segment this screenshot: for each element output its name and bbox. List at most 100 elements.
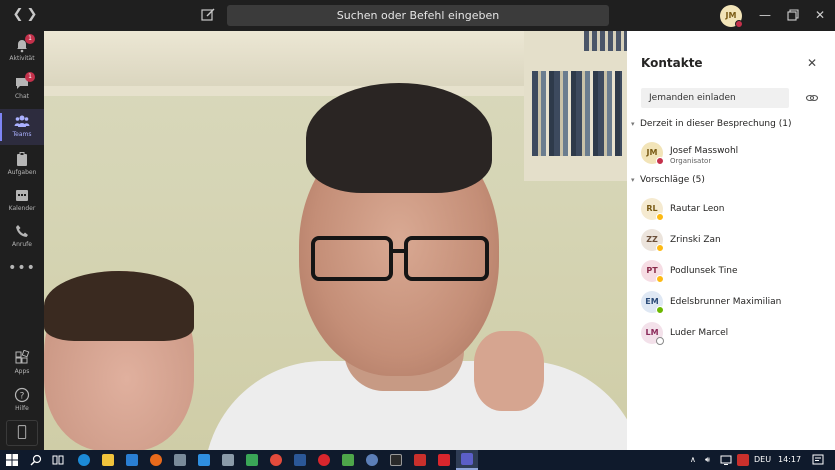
app-bar: 1 Aktivität 1 Chat Teams Aufgaben Kalend… [0,31,44,450]
contact-item[interactable]: LM Luder Marcel [641,322,831,346]
phone-icon [16,225,28,237]
glasses-bridge [391,249,406,253]
compose-icon[interactable] [200,7,216,23]
clipboard-icon [17,152,27,166]
app-icon[interactable] [414,454,426,466]
person-hair [306,83,492,193]
section-label: Vorschläge (5) [640,175,705,185]
rail-label: Chat [14,93,30,100]
rail-item-teams[interactable]: Teams [0,109,44,145]
contact-item[interactable]: RL Rautar Leon [641,198,831,222]
store-icon[interactable] [174,454,186,466]
rail-label: Teams [12,131,32,138]
rail-label: Aktivität [9,55,35,62]
contact-name: Rautar Leon [670,204,725,214]
contact-item[interactable]: ZZ Zrinski Zan [641,229,831,253]
security-icon[interactable] [737,454,749,466]
offline-status-icon [656,337,664,345]
glasses-right-lens [404,236,489,281]
away-status-icon [656,275,664,283]
rail-item-tasks[interactable]: Aufgaben [0,147,44,183]
acrobat-icon[interactable] [438,454,450,466]
file-explorer-icon[interactable] [102,454,114,466]
photos-icon[interactable] [246,454,258,466]
speaker-icon[interactable]: 🔊︎ [705,454,710,466]
contact-role: Organisator [670,157,712,165]
visual-studio-icon[interactable] [198,454,210,466]
word-icon[interactable] [294,454,306,466]
windows-taskbar: ∧ 🔊︎ DEU 14:17 [0,450,835,470]
more-apps-icon[interactable]: ••• [0,260,44,276]
books-top [584,31,627,51]
forward-arrow-icon[interactable]: ❯ [24,7,40,23]
chrome-icon[interactable] [270,454,282,466]
chevron-down-icon: ▾ [631,120,635,128]
svg-text:?: ? [20,392,25,402]
rail-item-calendar[interactable]: Kalender [0,183,44,219]
task-view-icon[interactable] [52,454,64,466]
rail-label: Hilfe [15,405,29,412]
mobile-device-button[interactable] [6,420,38,446]
edge-icon[interactable] [78,454,90,466]
search-icon[interactable] [30,454,42,466]
rail-label: Aufgaben [7,169,37,176]
section-label: Derzeit in dieser Besprechung (1) [640,119,792,129]
section-suggestions[interactable]: ▾ Vorschläge (5) [631,175,705,185]
teams-window: ❮ ❯ Suchen oder Befehl eingeben JM — ✕ 1… [0,0,835,470]
app-icon[interactable] [342,454,354,466]
chevron-down-icon: ▾ [631,176,635,184]
books [532,71,622,156]
terminal-icon[interactable] [390,454,402,466]
title-bar: ❮ ❯ Suchen oder Befehl eingeben JM — ✕ [0,0,835,31]
contact-item[interactable]: EM Edelsbrunner Maximilian [641,291,831,315]
teams-app-icon [461,453,473,465]
clock[interactable]: 14:17 [778,454,801,466]
mobile-phone-icon [17,425,27,439]
close-panel-icon[interactable]: ✕ [805,56,819,70]
help-icon: ? [14,387,30,403]
share-link-icon[interactable] [805,91,819,105]
chat-badge: 1 [25,72,35,82]
contact-name: Podlunsek Tine [670,266,738,276]
glasses-left-lens [311,236,393,281]
opera-icon[interactable] [318,454,330,466]
apps-icon [15,350,30,364]
close-window-icon[interactable]: ✕ [813,8,827,22]
child-hand [474,331,544,411]
rail-item-chat[interactable]: 1 Chat [0,71,44,107]
network-icon[interactable] [720,454,732,466]
rail-label: Anrufe [12,241,32,248]
contact-item[interactable]: JM Josef Masswohl Organisator [641,142,831,166]
rail-item-apps[interactable]: Apps [0,346,44,382]
firefox-icon[interactable] [150,454,162,466]
contact-name: Zrinski Zan [670,235,721,245]
mail-icon[interactable] [126,454,138,466]
busy-status-icon [656,157,664,165]
invite-input[interactable]: Jemanden einladen [641,88,789,108]
away-status-icon [656,213,664,221]
contact-item[interactable]: PT Podlunsek Tine [641,260,831,284]
language-indicator[interactable]: DEU [754,454,771,466]
app-icon[interactable] [222,454,234,466]
tray-chevron-icon[interactable]: ∧ [690,454,696,466]
contacts-panel: Kontakte ✕ Jemanden einladen ▾ Derzeit in… [627,31,835,450]
busy-status-icon [735,20,743,28]
rail-label: Apps [14,368,30,375]
contact-name: Luder Marcel [670,328,729,338]
rail-item-activity[interactable]: 1 Aktivität [0,33,44,69]
rail-item-calls[interactable]: Anrufe [0,219,44,255]
windows-start-icon[interactable] [6,454,18,466]
taskbar-teams-active[interactable] [456,450,478,470]
rail-item-help[interactable]: ? Hilfe [0,383,44,419]
user-avatar[interactable]: JM [720,5,743,28]
search-input[interactable]: Suchen oder Befehl eingeben [227,5,609,26]
restore-icon[interactable] [786,8,800,22]
minimize-icon[interactable]: — [758,8,772,22]
app-icon[interactable] [366,454,378,466]
panel-title: Kontakte [641,56,703,70]
rail-label: Kalender [8,205,36,212]
teams-icon [14,115,30,127]
notifications-icon[interactable] [812,454,824,466]
calendar-icon [16,190,28,201]
section-current-meeting[interactable]: ▾ Derzeit in dieser Besprechung (1) [631,119,791,129]
